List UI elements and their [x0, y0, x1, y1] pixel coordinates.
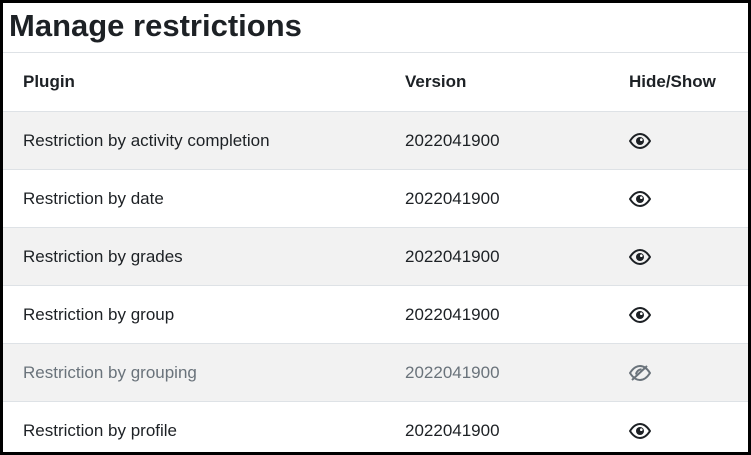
plugin-version: 2022041900	[405, 169, 629, 228]
plugin-version: 2022041900	[405, 111, 629, 170]
table-row: Restriction by group 2022041900	[3, 285, 748, 344]
table-row: Restriction by activity completion 20220…	[3, 111, 748, 170]
eye-icon[interactable]	[629, 423, 651, 440]
table-row: Restriction by grades 2022041900	[3, 227, 748, 286]
plugin-name: Restriction by grades	[3, 227, 405, 286]
table-row: Restriction by grouping 2022041900	[3, 343, 748, 402]
table-header-row: Plugin Version Hide/Show	[3, 53, 748, 112]
plugin-name: Restriction by group	[3, 285, 405, 344]
column-header-hide-show: Hide/Show	[629, 53, 748, 112]
plugin-name: Restriction by profile	[3, 401, 405, 452]
manage-restrictions-panel: Manage restrictions Plugin Version Hide/…	[0, 0, 751, 455]
eye-icon[interactable]	[629, 307, 651, 324]
eye-icon[interactable]	[629, 133, 651, 150]
eye-icon[interactable]	[629, 191, 651, 208]
plugin-name: Restriction by grouping	[3, 343, 405, 402]
table-row: Restriction by profile 2022041900	[3, 401, 748, 452]
eye-slash-icon[interactable]	[629, 365, 651, 382]
plugin-name: Restriction by date	[3, 169, 405, 228]
column-header-plugin: Plugin	[3, 53, 405, 112]
plugin-version: 2022041900	[405, 285, 629, 344]
plugin-version: 2022041900	[405, 227, 629, 286]
page-title: Manage restrictions	[3, 3, 748, 53]
eye-icon[interactable]	[629, 249, 651, 266]
table-row: Restriction by date 2022041900	[3, 169, 748, 228]
plugin-name: Restriction by activity completion	[3, 111, 405, 170]
plugin-version: 2022041900	[405, 343, 629, 402]
column-header-version: Version	[405, 53, 629, 112]
restrictions-table: Plugin Version Hide/Show Restriction by …	[3, 53, 748, 452]
plugin-version: 2022041900	[405, 401, 629, 452]
